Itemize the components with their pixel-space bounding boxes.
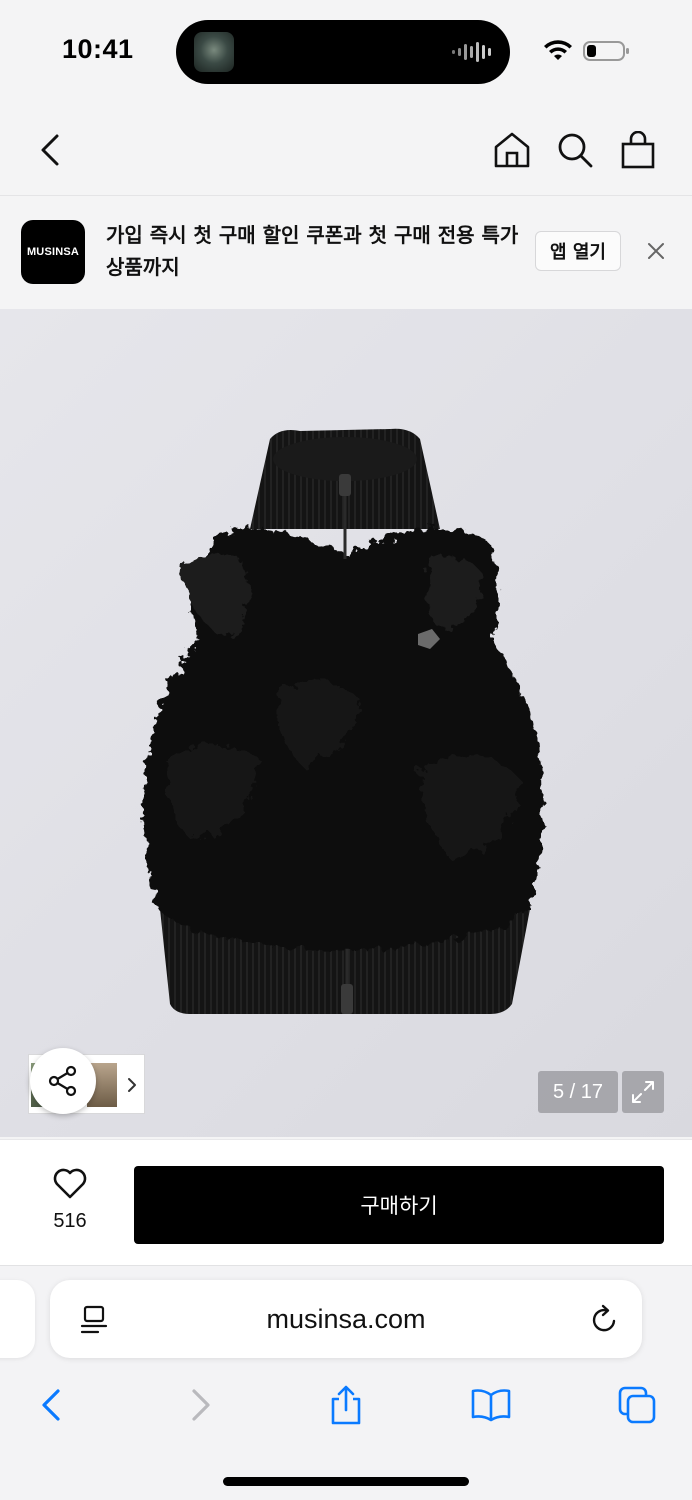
like-count: 516 [53,1210,87,1232]
search-icon [558,133,593,168]
expand-button[interactable] [622,1071,664,1113]
home-indicator[interactable] [223,1477,469,1486]
tabs-button[interactable] [616,1384,658,1426]
banner-message: 가입 즉시 첫 구매 할인 쿠폰과 첫 구매 전용 특가 상품까지 [106,223,519,279]
browser-toolbar: musinsa.com [0,1265,692,1500]
chevron-left-icon [42,1389,60,1421]
search-button[interactable] [555,130,595,170]
share-button[interactable] [30,1048,96,1114]
now-playing-artwork [194,32,234,72]
audio-waveform-icon [452,42,491,62]
chevron-right-icon [128,1078,136,1092]
status-indicators [544,40,629,61]
buy-button[interactable]: 구매하기 [134,1166,664,1244]
musinsa-logo: MUSINSA [21,220,85,284]
close-icon[interactable] [644,239,668,263]
image-counter: 5 / 17 [538,1071,618,1113]
status-bar: 10:41 [0,0,692,100]
purchase-bar: 516 구매하기 [0,1139,692,1265]
dynamic-island[interactable] [176,20,510,84]
share-icon [48,1065,77,1097]
chevron-left-icon [41,134,59,166]
home-icon [494,132,530,168]
wifi-icon [544,40,572,60]
top-navigation [0,100,692,196]
home-button[interactable] [492,130,532,170]
previous-tab[interactable] [0,1280,35,1358]
cart-button[interactable] [618,130,658,170]
status-time: 10:41 [62,34,134,64]
back-button[interactable] [30,130,70,170]
chevron-right-icon [192,1389,210,1421]
share-icon [331,1385,361,1425]
bookmarks-button[interactable] [470,1384,512,1426]
browser-forward-button[interactable] [180,1384,222,1426]
browser-share-button[interactable] [325,1384,367,1426]
expand-icon [632,1081,654,1103]
address-bar[interactable]: musinsa.com [50,1280,642,1358]
app-install-banner: MUSINSA 가입 즉시 첫 구매 할인 쿠폰과 첫 구매 전용 특가 상품까… [0,197,692,309]
tabs-icon [618,1386,656,1424]
browser-back-button[interactable] [30,1384,72,1426]
shopping-bag-icon [621,131,655,169]
product-image-gallery[interactable]: 5 / 17 [0,309,692,1137]
heart-icon [53,1168,87,1199]
open-app-button[interactable]: 앱 열기 [535,231,621,271]
book-icon [471,1389,511,1422]
like-button[interactable]: 516 [40,1168,100,1233]
url-text: musinsa.com [266,1303,426,1334]
reload-icon[interactable] [588,1304,620,1336]
product-photo-fur-vest [143,428,543,1014]
battery-icon [583,41,629,61]
